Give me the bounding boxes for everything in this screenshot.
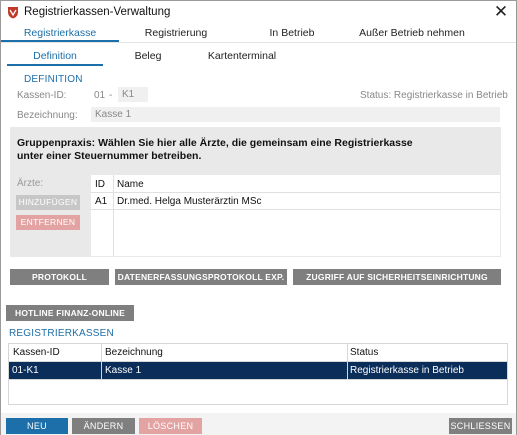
definition-section-title: DEFINITION: [24, 74, 83, 85]
registrierkassen-window: Registrierkassen-Verwaltung ✕ Registrier…: [0, 0, 517, 435]
title-bar: Registrierkassen-Verwaltung ✕: [1, 1, 516, 25]
remove-doctor-button[interactable]: ENTFERNEN: [16, 215, 80, 230]
column-header-bezeichnung: Bezeichnung: [105, 347, 163, 358]
new-button[interactable]: NEU: [6, 418, 68, 434]
table-row[interactable]: 01-K1 Kasse 1 Registrierkasse in Betrieb: [9, 362, 507, 379]
subtab-definition[interactable]: Definition: [7, 49, 103, 65]
add-doctor-button[interactable]: HINZUFÜGEN: [16, 195, 80, 210]
bezeichnung-label: Bezeichnung:: [17, 110, 78, 121]
subtab-kartenterminal[interactable]: Kartenterminal: [197, 49, 287, 65]
kassen-id-prefix: 01: [94, 90, 106, 101]
column-header-name: Name: [117, 179, 144, 190]
kassen-id-cell: 01-K1: [12, 365, 39, 376]
kassen-id-separator: -: [109, 90, 113, 101]
header-divider: [91, 192, 500, 193]
window-title: Registrierkassen-Verwaltung: [24, 6, 171, 18]
status-cell: Registrierkasse in Betrieb: [350, 365, 464, 376]
registrierkassen-section-title: REGISTRIERKASSEN: [9, 328, 114, 339]
status-text: Status: Registrierkasse in Betrieb: [360, 90, 508, 101]
table-header: Kassen-ID Bezeichnung Status: [9, 344, 507, 362]
row-divider: [91, 209, 500, 210]
column-divider: [101, 344, 102, 380]
kassen-id-field[interactable]: K1: [118, 87, 148, 102]
protokoll-anzeigen-button[interactable]: PROTOKOLL ANZEIGEN: [10, 269, 109, 298]
doctors-table: ID Name A1 Dr.med. Helga Musterärztin MS…: [91, 175, 500, 256]
app-logo-icon: [8, 7, 18, 19]
kassen-id-label: Kassen-ID:: [17, 90, 67, 101]
bezeichnung-cell: Kasse 1: [105, 365, 142, 376]
datenerfassungsprotokoll-button[interactable]: DATENERFASSUNGSPROTOKOLL EXP.: [115, 269, 287, 285]
column-header-status: Status: [350, 347, 379, 358]
tabs-divider: [1, 42, 516, 43]
active-subtab-indicator: [7, 64, 103, 66]
tab-registrierung[interactable]: Registrierung: [121, 25, 231, 42]
aerzte-label: Ärzte:: [17, 178, 44, 189]
close-button[interactable]: SCHLIESSEN: [449, 418, 512, 434]
column-header-kassen-id: Kassen-ID: [13, 347, 60, 358]
column-divider: [347, 344, 348, 380]
doctor-id-cell[interactable]: A1: [95, 196, 107, 207]
tab-in-betrieb[interactable]: In Betrieb: [237, 25, 347, 42]
bezeichnung-field[interactable]: Kasse 1: [91, 107, 500, 122]
row-divider: [9, 379, 507, 380]
hotline-finanz-online-button[interactable]: HOTLINE FINANZ-ONLINE: [6, 305, 134, 321]
column-header-id: ID: [95, 179, 105, 190]
group-practice-text: Gruppenpraxis: Wählen Sie hier alle Ärzt…: [17, 137, 413, 162]
close-icon[interactable]: ✕: [492, 3, 510, 21]
doctor-name-cell[interactable]: Dr.med. Helga Musterärztin MSc: [117, 196, 262, 207]
tab-ausser-betrieb[interactable]: Außer Betrieb nehmen: [351, 25, 473, 42]
registrierkassen-table: Kassen-ID Bezeichnung Status 01-K1 Kasse…: [8, 343, 508, 405]
zugriff-sicherheitseinrichtung-button[interactable]: ZUGRIFF AUF SICHERHEITSEINRICHTUNG ABST.: [293, 269, 501, 298]
column-divider: [113, 175, 114, 256]
subtab-beleg[interactable]: Beleg: [113, 49, 183, 65]
delete-button[interactable]: LÖSCHEN: [139, 418, 202, 434]
edit-button[interactable]: ÄNDERN: [72, 418, 135, 434]
